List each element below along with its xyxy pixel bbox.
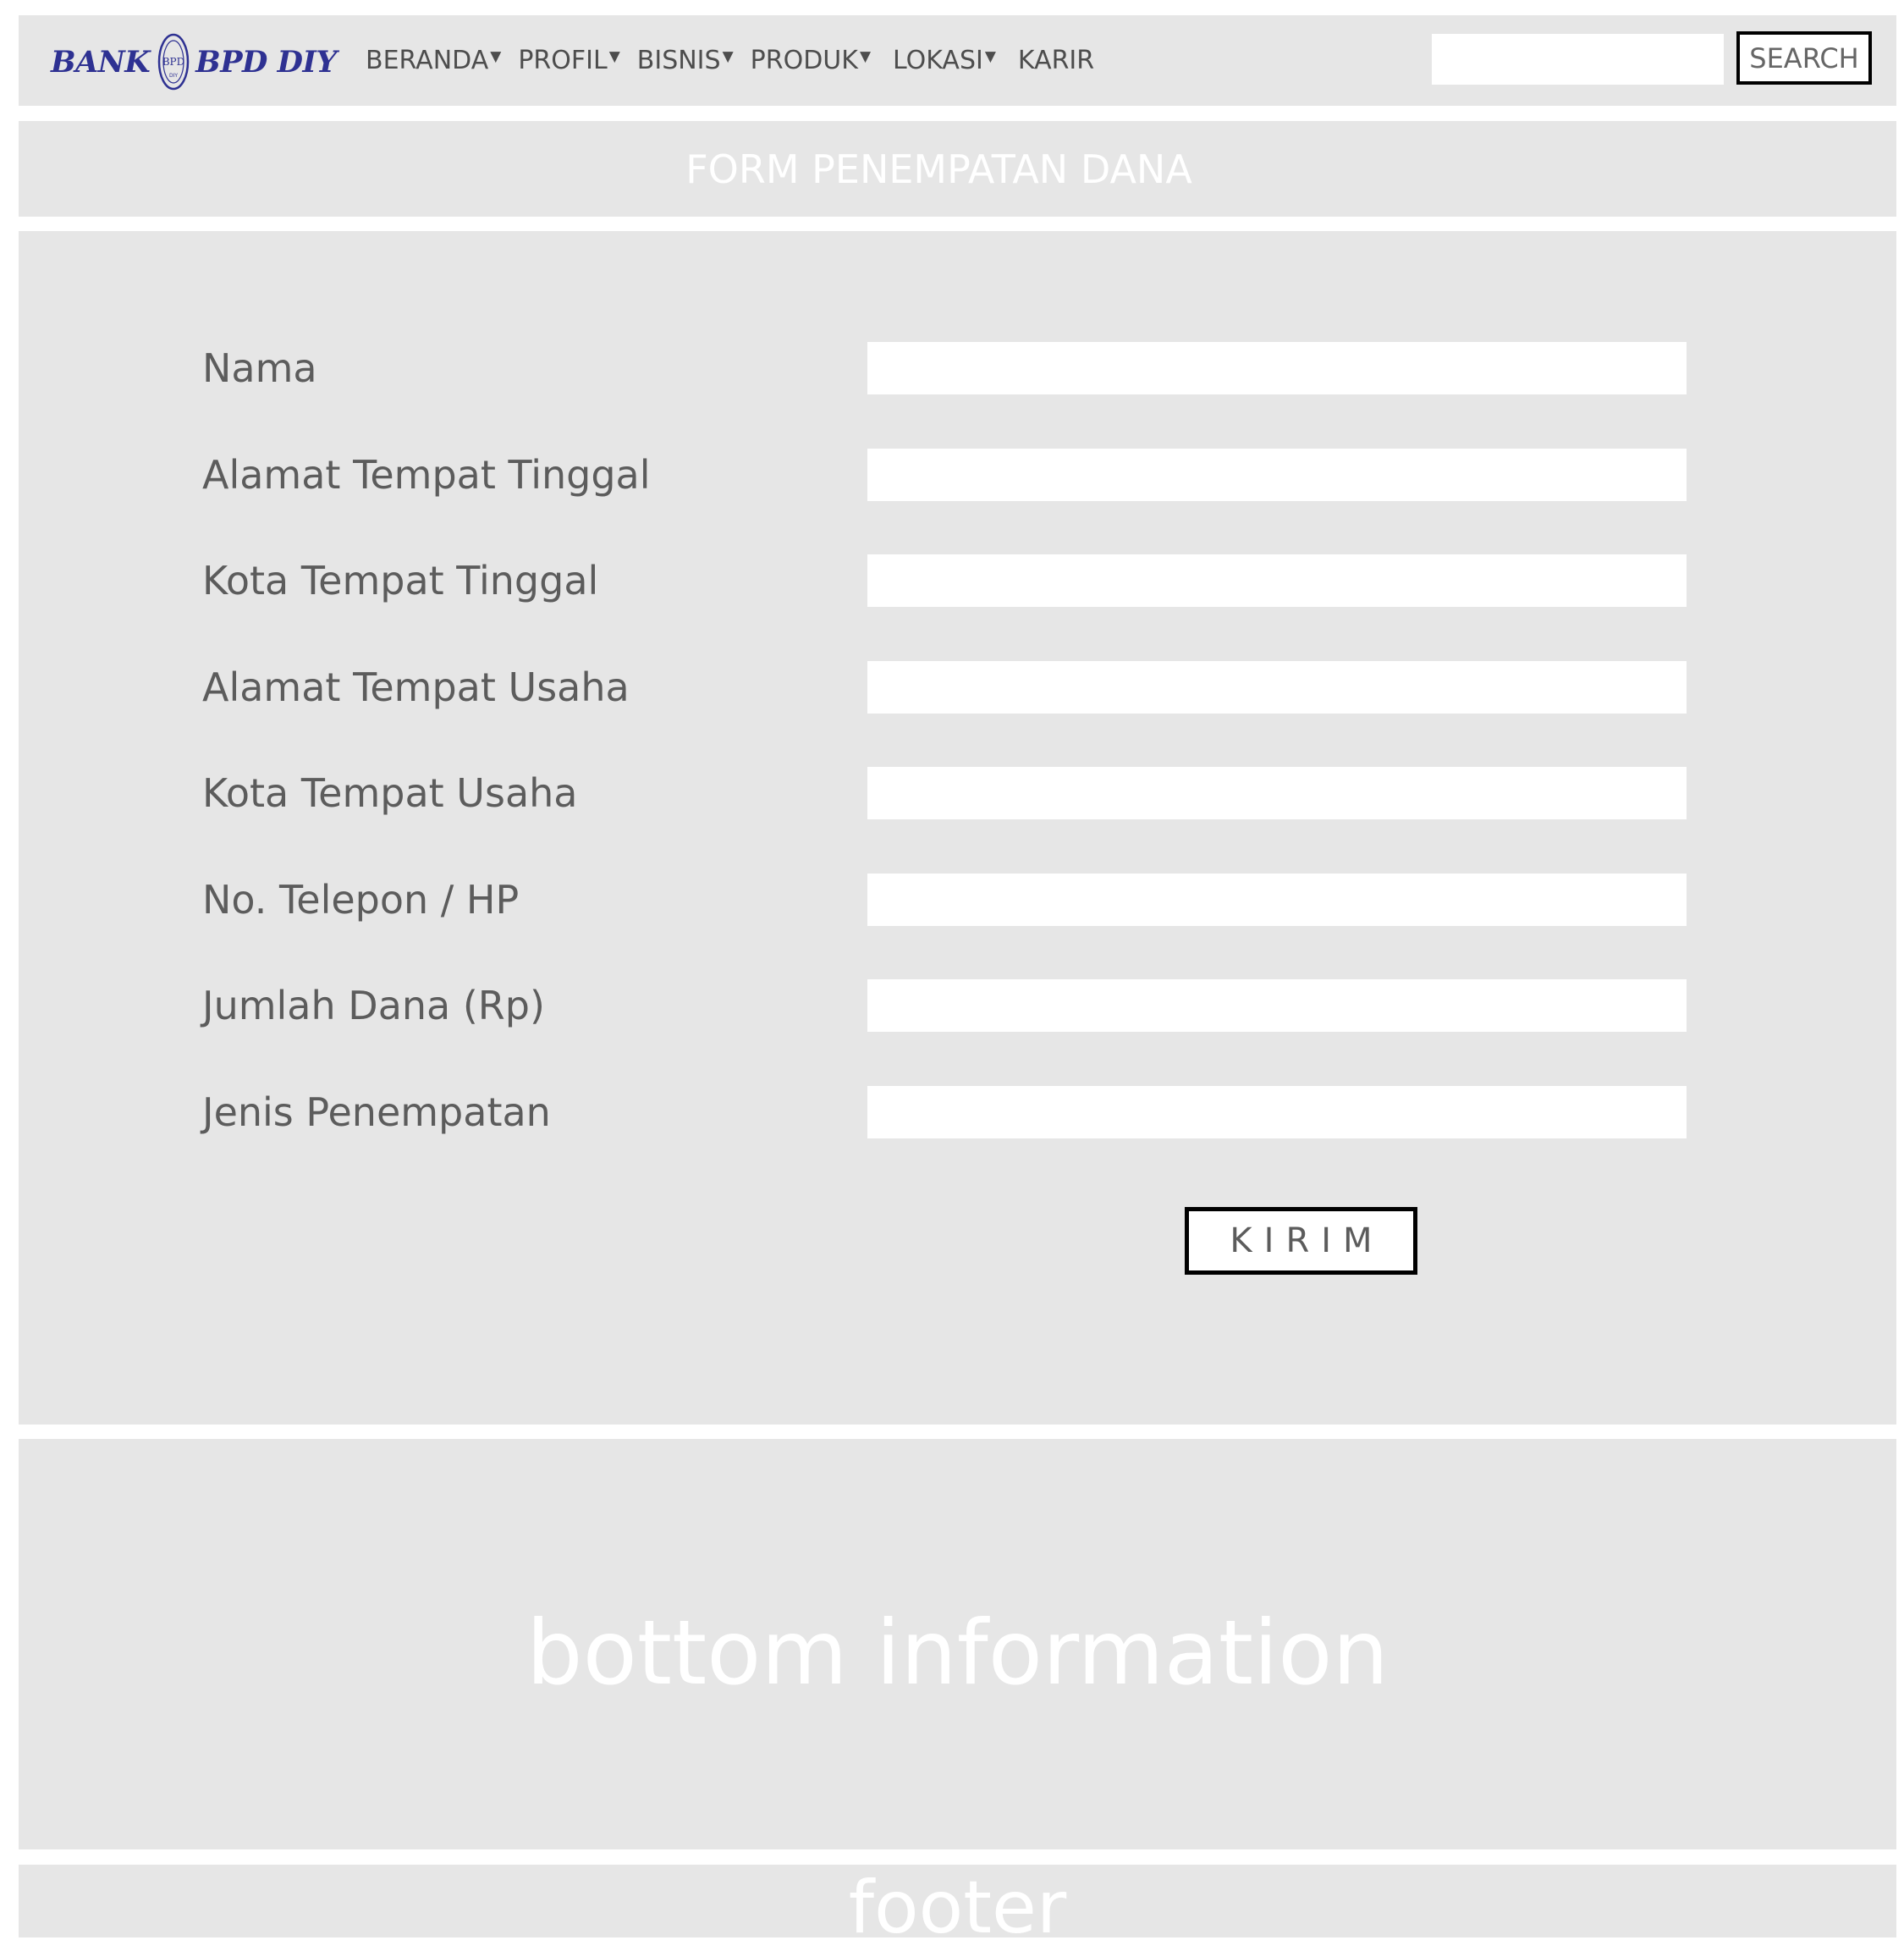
jumlah-dana-label: Jumlah Dana (Rp) <box>202 983 545 1028</box>
placement-form: Nama Alamat Tempat Tinggal Kota Tempat T… <box>19 231 1896 1425</box>
logo-text-bpd-diy: BPD DIY <box>195 44 337 80</box>
alamat-tempat-tinggal-input[interactable] <box>867 449 1687 501</box>
bottom-information-section: bottom information <box>19 1439 1896 1849</box>
top-navigation-bar: BANK BPD DIY BPD DIY BERANDA ▼ PROFIL ▼ BI… <box>19 15 1896 106</box>
nama-label: Nama <box>202 345 317 391</box>
page-title: FORM PENEMPATAN DANA <box>685 146 1192 192</box>
bottom-information-text: bottom information <box>526 1601 1389 1705</box>
jenis-penempatan-input[interactable] <box>867 1086 1687 1138</box>
form-row-kota-tempat-tinggal: Kota Tempat Tinggal <box>19 554 1896 607</box>
search-input[interactable] <box>1432 34 1724 85</box>
nav-item-profil[interactable]: PROFIL ▼ <box>518 46 619 75</box>
jumlah-dana-input[interactable] <box>867 979 1687 1032</box>
no-telepon-input[interactable] <box>867 874 1687 926</box>
no-telepon-label: No. Telepon / HP <box>202 877 520 923</box>
jenis-penempatan-label: Jenis Penempatan <box>202 1089 551 1135</box>
bpd-emblem-icon: BPD DIY <box>157 33 190 91</box>
main-nav-menu: BERANDA ▼ PROFIL ▼ BISNIS ▼ PRODUK ▼ LOKASI ▼… <box>366 15 1094 106</box>
nama-input[interactable] <box>867 342 1687 394</box>
nav-item-lokasi[interactable]: LOKASI ▼ <box>893 46 996 75</box>
logo-text-bank: BANK <box>51 44 151 80</box>
kota-tempat-tinggal-input[interactable] <box>867 554 1687 607</box>
dropdown-caret-icon: ▼ <box>490 47 502 65</box>
nav-item-karir[interactable]: KARIR <box>1018 46 1094 75</box>
bank-logo[interactable]: BANK BPD DIY BPD DIY <box>51 32 337 91</box>
emblem-text: BPD <box>162 56 185 68</box>
nav-label: PRODUK <box>750 46 858 75</box>
form-row-kota-tempat-usaha: Kota Tempat Usaha <box>19 767 1896 819</box>
nav-label: LOKASI <box>893 46 983 75</box>
alamat-tempat-tinggal-label: Alamat Tempat Tinggal <box>202 452 651 498</box>
form-title-bar: FORM PENEMPATAN DANA <box>19 121 1896 217</box>
nav-item-produk[interactable]: PRODUK ▼ <box>751 46 871 75</box>
form-row-jumlah-dana: Jumlah Dana (Rp) <box>19 979 1896 1032</box>
form-row-jenis-penempatan: Jenis Penempatan <box>19 1086 1896 1138</box>
nav-label: KARIR <box>1017 46 1095 75</box>
kirim-button[interactable]: KIRIM <box>1185 1207 1417 1275</box>
form-row-alamat-tempat-tinggal: Alamat Tempat Tinggal <box>19 449 1896 501</box>
alamat-tempat-usaha-label: Alamat Tempat Usaha <box>202 664 630 710</box>
alamat-tempat-usaha-input[interactable] <box>867 661 1687 714</box>
emblem-subtext: DIY <box>169 73 178 79</box>
nav-label: PROFIL <box>518 46 608 75</box>
kota-tempat-usaha-input[interactable] <box>867 767 1687 819</box>
dropdown-caret-icon: ▼ <box>608 47 620 65</box>
kota-tempat-usaha-label: Kota Tempat Usaha <box>202 770 578 816</box>
footer: footer <box>19 1865 1896 1937</box>
dropdown-caret-icon: ▼ <box>984 47 996 65</box>
form-row-nama: Nama <box>19 342 1896 394</box>
footer-text: footer <box>848 1866 1067 1937</box>
nav-label: BERANDA <box>366 46 489 75</box>
kota-tempat-tinggal-label: Kota Tempat Tinggal <box>202 558 599 603</box>
form-row-no-telepon: No. Telepon / HP <box>19 874 1896 926</box>
form-row-alamat-tempat-usaha: Alamat Tempat Usaha <box>19 661 1896 714</box>
dropdown-caret-icon: ▼ <box>859 47 872 65</box>
nav-item-bisnis[interactable]: BISNIS ▼ <box>637 46 734 75</box>
dropdown-caret-icon: ▼ <box>722 47 734 65</box>
search-button[interactable]: SEARCH <box>1736 31 1872 85</box>
nav-label: BISNIS <box>636 46 721 75</box>
nav-item-beranda[interactable]: BERANDA ▼ <box>366 46 501 75</box>
